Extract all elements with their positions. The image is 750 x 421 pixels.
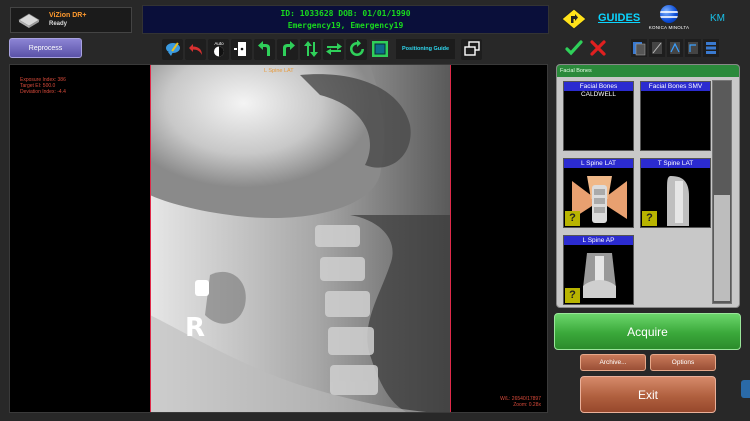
window-toggle-tool[interactable] (461, 38, 483, 60)
reset-tool[interactable] (346, 38, 367, 60)
rotate-right-tool[interactable] (277, 38, 298, 60)
acquire-button[interactable]: Acquire (554, 313, 741, 350)
flip-horizontal-tool[interactable] (323, 38, 344, 60)
measure-tool[interactable] (667, 39, 683, 57)
measure-icon (670, 42, 680, 54)
konica-minolta-logo: KONICA MINOLTA (648, 5, 690, 35)
overlay-tool[interactable] (685, 39, 701, 57)
brand-caption: KONICA MINOLTA (648, 25, 690, 30)
viewer-stats: W/L: 26540/17897 Zoom: 0.28x (500, 396, 541, 408)
overlay-icon (688, 42, 698, 54)
help-badge[interactable]: ? (565, 288, 580, 303)
app-status: Ready (49, 21, 68, 27)
help-badge[interactable]: ? (642, 211, 657, 226)
patient-dob-label: DOB: (338, 8, 358, 18)
thumb-label: T Spine LAT (641, 159, 710, 168)
list-tool[interactable] (703, 39, 719, 57)
image-stack-icon (633, 42, 646, 56)
accept-check-icon[interactable] (565, 39, 583, 57)
shutter-tool[interactable] (369, 38, 390, 60)
brand-globe-icon (660, 5, 678, 23)
view-title: L Spine LAT (264, 68, 294, 74)
auto-contrast-icon: Auto (213, 41, 224, 57)
deviation-index: Deviation Index: -4.4 (20, 89, 66, 95)
window-overlap-icon (463, 41, 480, 56)
protocol-thumb-t-spine-lat[interactable]: T Spine LAT ? (640, 158, 711, 228)
l-spine-ap-preview (583, 253, 616, 298)
auto-window-tool[interactable]: Auto (208, 38, 229, 60)
patient-id-label: ID: (280, 8, 295, 18)
app-window: ViZion DR+ Ready ID: 1033628 DOB: 01/01/… (0, 0, 750, 421)
help-badge[interactable]: ? (565, 211, 580, 226)
collimation-right-edge (450, 65, 451, 412)
thumb-label: Facial Bones SMV (641, 82, 710, 91)
undo-icon (188, 44, 202, 55)
thumb-sublabel: CALDWELL (580, 91, 617, 98)
protocol-scrollbar-thumb[interactable] (714, 195, 730, 301)
shutter-icon (371, 41, 388, 57)
thumb-label: L Spine AP (564, 236, 633, 245)
side-panel-tab[interactable] (741, 380, 750, 398)
app-name: ViZion DR+ (49, 12, 87, 19)
patient-id: 1033628 (299, 8, 334, 18)
reset-icon (349, 40, 364, 56)
flip-vertical-icon (303, 41, 318, 57)
image-viewer[interactable]: L Spine LAT Exposure Index: 386 Target E… (9, 64, 548, 413)
app-brand: ViZion DR+ Ready (10, 7, 132, 33)
side-marker: R (185, 313, 206, 343)
ruler-tool[interactable] (649, 39, 665, 57)
options-button[interactable]: Options (650, 354, 716, 371)
exposure-info: Exposure Index: 386 Target EI: 500.0 Dev… (20, 77, 66, 95)
thumb-label: L Spine LAT (564, 159, 633, 168)
detector-icon (18, 13, 40, 28)
crop-icon (233, 42, 246, 56)
crop-tool[interactable] (231, 38, 252, 60)
annotate-tool[interactable] (162, 38, 183, 60)
list-icon (706, 42, 716, 54)
archive-button[interactable]: Archive... (580, 354, 646, 371)
rotate-left-tool[interactable] (254, 38, 275, 60)
patient-name: Emergency19, Emergency19 (287, 20, 404, 30)
image-list-tool[interactable] (631, 39, 647, 57)
auto-label: Auto (214, 41, 224, 46)
t-spine-lat-preview (667, 176, 689, 226)
protocol-thumb-l-spine-lat[interactable]: L Spine LAT ? (563, 158, 634, 228)
protocol-thumb-facial-bones-smv[interactable]: Facial Bones SMV (640, 81, 711, 151)
xray-image[interactable] (150, 65, 450, 413)
exit-button[interactable]: Exit (580, 376, 716, 413)
reprocess-button[interactable]: Reprocess (9, 38, 82, 58)
protocol-panel-title: Facial Bones (557, 65, 739, 77)
rotate-left-icon (257, 41, 270, 56)
zoom-level: Zoom: 0.28x (513, 402, 541, 408)
flip-vertical-tool[interactable] (300, 38, 321, 60)
guides-icon[interactable] (561, 8, 587, 30)
rotate-right-icon (282, 41, 295, 56)
annotate-icon (165, 42, 180, 56)
ruler-icon (652, 42, 662, 54)
image-toolbar: Auto Positioning Guide (162, 37, 483, 61)
patient-dob: 01/01/1990 (362, 8, 411, 18)
guides-link[interactable]: GUIDES (598, 12, 640, 24)
protocol-thumb-facial-bones-caldwell[interactable]: Facial Bones CALDWELL (563, 81, 634, 151)
protocol-thumb-l-spine-ap[interactable]: L Spine AP ? (563, 235, 634, 305)
collimation-left-edge (150, 65, 151, 412)
right-toolbar (631, 39, 719, 57)
positioning-guide-button[interactable]: Positioning Guide (396, 39, 456, 59)
thumb-label: Facial Bones (564, 82, 633, 91)
l-spine-lat-preview (572, 176, 627, 223)
undo-tool[interactable] (185, 38, 206, 60)
reject-x-icon[interactable] (589, 39, 607, 57)
protocol-scrollbar[interactable] (712, 80, 732, 304)
user-initials[interactable]: KM (710, 13, 725, 24)
flip-horizontal-icon (325, 43, 342, 55)
patient-banner: ID: 1033628 DOB: 01/01/1990 Emergency19,… (142, 5, 549, 34)
